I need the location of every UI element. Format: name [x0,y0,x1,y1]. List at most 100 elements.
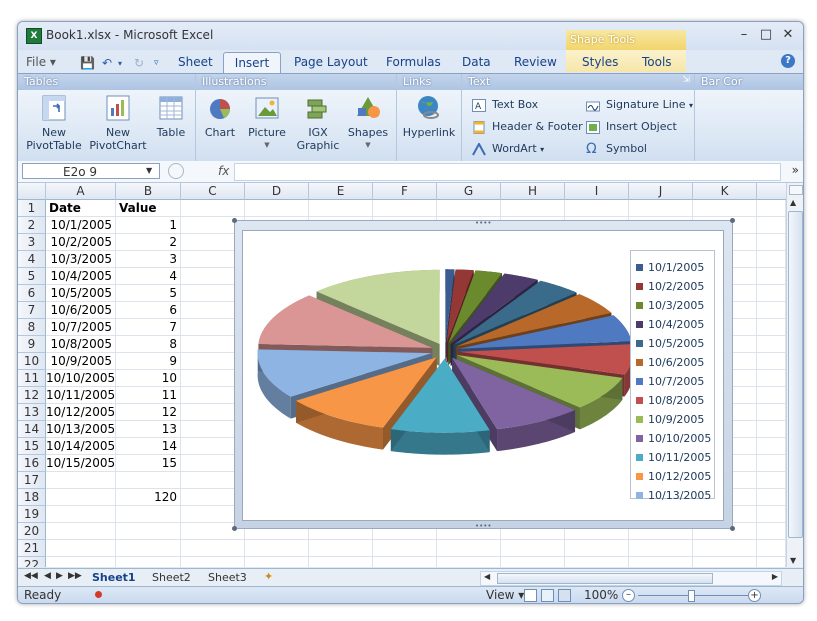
cell-value[interactable]: 3 [116,251,181,268]
cell-empty[interactable] [373,557,437,567]
row-header[interactable]: 10 [18,353,46,370]
legend-item[interactable]: 10/4/2005 [636,318,704,331]
resize-handle-top-left[interactable] [232,218,237,223]
row-header[interactable]: 18 [18,489,46,506]
cell-value[interactable]: 12 [116,404,181,421]
row-header[interactable]: 8 [18,319,46,336]
cell-value[interactable]: 14 [116,438,181,455]
column-header-j[interactable]: J [629,183,693,200]
scroll-left-icon[interactable]: ◀ [484,572,490,581]
cell-empty[interactable] [693,200,757,217]
cell-value[interactable]: 10 [116,370,181,387]
cell-empty[interactable] [565,557,629,567]
cell-empty[interactable] [757,472,786,489]
cell-value[interactable] [116,557,181,567]
cell-empty[interactable] [757,404,786,421]
view-menu-button[interactable]: View ▾ [486,588,524,602]
signature-line-button[interactable]: Signature Line ▾ [586,96,693,114]
cell-date[interactable]: 10/13/2005 [46,421,116,438]
cell-empty[interactable] [757,438,786,455]
table-button[interactable]: Table [151,94,191,139]
cell-date[interactable] [46,472,116,489]
cell-date[interactable] [46,540,116,557]
scroll-thumb[interactable] [788,211,803,538]
cell-empty[interactable] [757,506,786,523]
cell-empty[interactable] [245,200,309,217]
picture-button[interactable]: Picture ▼ [244,94,290,152]
cell-empty[interactable] [757,387,786,404]
last-sheet-icon[interactable]: ▶▶ [68,571,82,581]
cell-value[interactable] [116,540,181,557]
cell-empty[interactable] [565,540,629,557]
cell-empty[interactable] [437,540,501,557]
legend-item[interactable]: 10/8/2005 [636,394,704,407]
column-header-i[interactable]: I [565,183,629,200]
cell-date[interactable]: 10/7/2005 [46,319,116,336]
cell-empty[interactable] [501,557,565,567]
cell-empty[interactable] [757,523,786,540]
hscroll-thumb[interactable] [497,573,713,584]
row-header[interactable]: 4 [18,251,46,268]
cell-empty[interactable] [757,540,786,557]
cell-value[interactable]: 8 [116,336,181,353]
tab-sheet[interactable]: Sheet [178,55,213,69]
minimize-icon[interactable]: – [735,27,753,42]
resize-handle-top-right[interactable] [730,218,735,223]
sheet-tab-sheet1[interactable]: Sheet1 [92,570,136,585]
hyperlink-button[interactable]: Hyperlink [401,94,457,139]
new-pivottable-button[interactable]: New PivotTable [24,94,84,152]
cell-value[interactable]: 120 [116,489,181,506]
cell-value[interactable]: 2 [116,234,181,251]
resize-handle-bottom-left[interactable] [232,526,237,531]
sheet-tab-sheet3[interactable]: Sheet3 [208,570,247,585]
legend-item[interactable]: 10/12/2005 [636,470,711,483]
insert-object-button[interactable]: Insert Object [586,118,677,136]
prev-sheet-icon[interactable]: ◀ [44,571,51,581]
tab-formulas[interactable]: Formulas [386,55,441,69]
zoom-slider-thumb[interactable] [688,590,695,602]
cell-date[interactable]: 10/11/2005 [46,387,116,404]
tab-page-layout[interactable]: Page Layout [294,55,368,69]
row-header[interactable]: 3 [18,234,46,251]
column-header-f[interactable]: F [373,183,437,200]
zoom-in-icon[interactable]: + [748,589,761,602]
page-layout-view-icon[interactable] [541,589,554,602]
cell-date[interactable]: 10/14/2005 [46,438,116,455]
help-icon[interactable]: ? [781,54,795,68]
row-header[interactable]: 19 [18,506,46,523]
cell-date[interactable]: 10/6/2005 [46,302,116,319]
formula-input[interactable] [234,163,781,181]
row-header[interactable]: 2 [18,217,46,234]
cell-empty[interactable] [373,200,437,217]
row-header[interactable]: 21 [18,540,46,557]
legend-item[interactable]: 10/11/2005 [636,451,711,464]
picture-dropdown-icon[interactable]: ▼ [244,139,290,152]
resize-handle-bottom[interactable]: •••• [475,522,492,530]
cell-empty[interactable] [565,200,629,217]
text-box-button[interactable]: A Text Box [472,96,538,114]
legend-item[interactable]: 10/3/2005 [636,299,704,312]
cell-empty[interactable] [757,421,786,438]
cell-date[interactable] [46,557,116,567]
insert-function-icon[interactable]: fx [218,164,229,178]
cell-empty[interactable] [181,200,245,217]
row-header[interactable]: 7 [18,302,46,319]
cell-empty[interactable] [181,557,245,567]
cell-empty[interactable] [757,455,786,472]
row-header[interactable]: 15 [18,438,46,455]
column-header-k[interactable]: K [693,183,757,200]
cell-empty[interactable] [309,540,373,557]
column-header-e[interactable]: E [309,183,373,200]
column-header-a[interactable]: A [46,183,116,200]
signature-line-dropdown-icon[interactable]: ▾ [689,101,693,110]
scroll-down-icon[interactable]: ▼ [790,556,796,565]
cell-value[interactable]: 9 [116,353,181,370]
insert-sheet-icon[interactable]: ✦ [264,570,273,583]
row-header[interactable]: 5 [18,268,46,285]
legend-item[interactable]: 10/1/2005 [636,261,704,274]
close-icon[interactable]: ✕ [779,27,797,42]
quick-access-customize-icon[interactable]: ▿ [154,58,159,68]
column-header-b[interactable]: B [116,183,181,200]
cell-value[interactable] [116,472,181,489]
row-header[interactable]: 13 [18,404,46,421]
